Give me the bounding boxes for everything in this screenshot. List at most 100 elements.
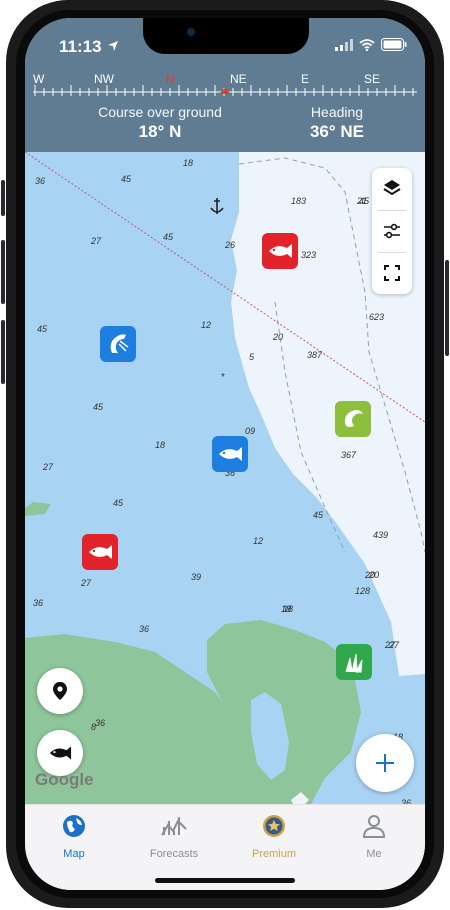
depth-label: 367 [341, 450, 357, 460]
globe-icon [63, 815, 85, 837]
compass-e: E [301, 72, 310, 86]
power-button [445, 260, 449, 356]
depth-label: 36 [33, 598, 44, 608]
depth-label: 18 [155, 440, 166, 450]
depth-label: 439 [373, 530, 389, 540]
wifi-icon [359, 38, 375, 51]
cellular-signal-icon [335, 38, 353, 51]
volume-up-button [1, 240, 5, 304]
tab-map[interactable]: Map [29, 813, 119, 860]
red-fish-marker-top[interactable] [262, 233, 298, 269]
sliders-icon [384, 223, 400, 239]
depth-label: 21 [357, 196, 368, 206]
course-value: 18° N [138, 122, 182, 141]
svg-text:*: * [221, 372, 225, 383]
depth-label: 27 [91, 236, 102, 246]
blue-fish-marker[interactable] [212, 436, 248, 472]
depth-label: 36 [95, 718, 106, 728]
forecast-chart-icon [161, 817, 187, 836]
depth-label: 36 [35, 176, 46, 186]
nautical-map[interactable]: * 36 45 27 45 45 27 45 27 36 39 18 12 18… [25, 152, 425, 808]
phone-frame: * 36 45 27 45 45 27 45 27 36 39 18 12 18… [0, 0, 450, 910]
location-pin-icon [53, 682, 67, 700]
status-time: 11:13 [59, 37, 102, 56]
compass-se: SE [364, 72, 381, 86]
compass-w: W [33, 72, 45, 86]
depth-label: 45 [37, 324, 48, 334]
depth-label: 26 [225, 240, 236, 250]
tab-forecasts[interactable]: Forecasts [129, 813, 219, 860]
layers-icon [383, 180, 401, 196]
tab-label: Forecasts [149, 848, 199, 860]
depth-label: 623 [369, 312, 385, 322]
course-label: Course over ground [98, 104, 222, 120]
depth-label: 45 [93, 402, 104, 412]
depth-label: 18 [283, 604, 294, 614]
depth-label: 20 [365, 570, 376, 580]
depth-label: 20 [273, 332, 284, 342]
google-attribution: Google [35, 770, 94, 789]
pin-location-button[interactable] [37, 668, 83, 714]
depth-label: 183 [291, 196, 307, 206]
battery-icon [381, 38, 407, 51]
location-arrow-icon [108, 41, 118, 51]
premium-star-icon [263, 815, 285, 837]
fullscreen-icon [384, 265, 400, 281]
depth-label: 45 [163, 232, 174, 242]
navigation-header: 11:13 W NW N NE E SE Course over ground … [25, 18, 425, 152]
depth-label: 39 [191, 572, 202, 582]
heading: Heading 36° NE [287, 104, 387, 142]
depth-label: 12 [201, 320, 212, 330]
depth-label: 45 [313, 510, 324, 520]
compass-nw: NW [94, 72, 114, 86]
compass-ne: NE [230, 72, 247, 86]
tab-premium[interactable]: Premium [229, 813, 319, 860]
depth-label: 27 [43, 462, 54, 472]
depth-label: 323 [301, 250, 317, 260]
fish-icon [219, 447, 242, 461]
depth-label: 45 [113, 498, 124, 508]
fullscreen-button[interactable] [372, 253, 412, 293]
depth-label: 12 [253, 536, 264, 546]
green-seaweed-marker[interactable] [336, 644, 372, 680]
tab-label: Map [63, 848, 85, 860]
mute-switch [1, 180, 5, 216]
fish-icon [269, 244, 292, 258]
fish-icon [89, 545, 112, 559]
depth-label: 27 [385, 640, 396, 650]
depth-label: 18 [183, 158, 194, 168]
depth-label: 27 [81, 578, 92, 588]
plus-icon [376, 754, 394, 772]
red-fish-marker[interactable] [82, 534, 118, 570]
depth-label: 128 [355, 586, 371, 596]
seaweed-icon [345, 653, 363, 673]
depth-label: 8 [91, 722, 97, 732]
tab-label: Premium [251, 848, 296, 860]
depth-label: 387 [307, 350, 323, 360]
depth-label: 5 [249, 352, 255, 362]
filter-button[interactable] [372, 211, 412, 251]
dynamic-island [143, 18, 309, 54]
app-screen: * 36 45 27 45 45 27 45 27 36 39 18 12 18… [25, 18, 425, 890]
volume-down-button [1, 320, 5, 384]
add-button[interactable] [356, 734, 414, 792]
home-indicator [155, 878, 295, 883]
shrimp-icon [344, 410, 363, 427]
heading-label: Heading [310, 104, 364, 120]
map-controls-panel [372, 168, 412, 294]
person-icon [362, 815, 386, 838]
tab-me[interactable]: Me [329, 813, 419, 860]
shrimp-icon [110, 334, 129, 353]
course-over-ground: Course over ground 18° N [85, 104, 235, 142]
fish-icon [49, 746, 72, 760]
depth-label: 45 [121, 174, 132, 184]
lime-shrimp-marker[interactable] [335, 401, 371, 437]
tab-label: Me [366, 848, 382, 860]
heading-value: 36° NE [309, 122, 365, 141]
blue-shrimp-marker[interactable] [100, 326, 136, 362]
depth-label: 36 [139, 624, 150, 634]
status-icons [335, 38, 407, 51]
layers-button[interactable] [372, 168, 412, 208]
depth-label: 09 [245, 426, 256, 436]
compass-n: N [166, 72, 175, 86]
